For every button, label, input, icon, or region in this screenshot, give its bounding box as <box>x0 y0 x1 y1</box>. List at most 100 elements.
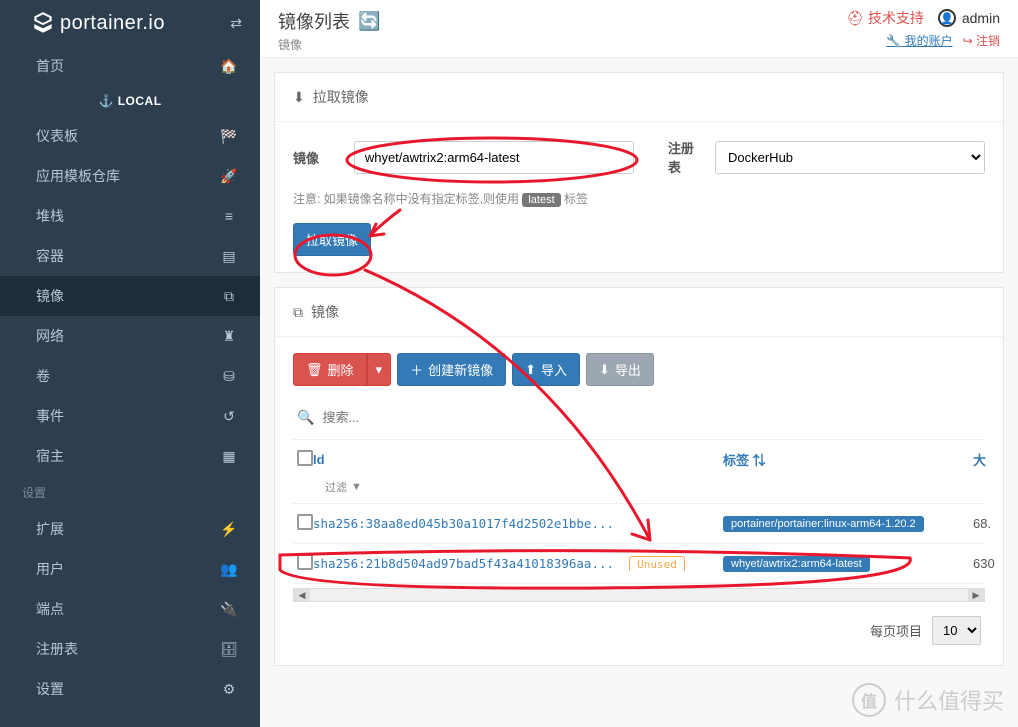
sidebar-item-stacks[interactable]: 堆栈 ≡ <box>0 196 260 236</box>
pull-panel-title: 拉取镜像 <box>313 87 369 107</box>
sidebar-item-label: 网络 <box>36 326 64 346</box>
filter-icon[interactable]: ▼ <box>351 481 362 493</box>
my-account-link[interactable]: 🔧 我的账户 <box>886 32 952 49</box>
image-id-text: sha256:21b8d504ad97bad5f43a41018396aa... <box>313 556 614 571</box>
list-icon: ≡ <box>220 208 238 224</box>
user-circle-icon: 👤 <box>938 9 956 27</box>
sidebar-item-events[interactable]: 事件 ↺ <box>0 396 260 436</box>
tech-support-label: 技术支持 <box>868 8 924 28</box>
trash-icon: 🗑 <box>306 362 323 378</box>
registry-select[interactable]: DockerHub <box>715 141 985 174</box>
table-row: sha256:38aa8ed045b30a1017f4d2502e1bbe...… <box>293 504 985 544</box>
registry-label: 注册表 <box>668 138 701 176</box>
my-account-label: 我的账户 <box>905 34 953 48</box>
search-icon: 🔍 <box>297 409 314 426</box>
refresh-icon[interactable]: 🔄 <box>358 11 380 32</box>
sidebar-item-dashboard[interactable]: 仪表板 🏁 <box>0 116 260 156</box>
per-page-select[interactable]: 10 <box>932 616 981 645</box>
sidebar-item-endpoints[interactable]: 端点 🔌 <box>0 589 260 629</box>
import-button[interactable]: ⬆ 导入 <box>512 353 580 386</box>
sidebar-item-extensions[interactable]: 扩展 ⚡ <box>0 509 260 549</box>
sidebar-item-label: 宿主 <box>36 446 64 466</box>
sidebar-item-home[interactable]: 首页 🏠 <box>0 46 260 86</box>
watermark-icon: 值 <box>852 683 886 717</box>
select-all-checkbox[interactable] <box>297 450 313 466</box>
tachometer-icon: 🏁 <box>220 128 238 145</box>
sidebar-item-host[interactable]: 宿主 ▦ <box>0 436 260 476</box>
watermark: 值 什么值得买 <box>852 683 1004 717</box>
sidebar-item-volumes[interactable]: 卷 ⛁ <box>0 356 260 396</box>
latest-badge: latest <box>522 193 560 207</box>
pull-panel-header: ⬇ 拉取镜像 <box>275 73 1003 122</box>
sidebar-item-label: 用户 <box>36 559 64 579</box>
sidebar-item-registries[interactable]: 注册表 🗄 <box>0 629 260 669</box>
sidebar-item-settings[interactable]: 设置 ⚙ <box>0 669 260 709</box>
image-id-link[interactable]: sha256:21b8d504ad97bad5f43a41018396aa...… <box>313 556 723 571</box>
delete-button[interactable]: 🗑 删除 <box>293 353 367 386</box>
delete-dropdown-button[interactable]: ▾ <box>367 353 392 386</box>
caret-down-icon: ▾ <box>376 362 383 378</box>
current-user[interactable]: 👤 admin <box>938 9 1000 27</box>
sidebar-item-containers[interactable]: 容器 ▤ <box>0 236 260 276</box>
logo[interactable]: portainer.io <box>30 10 165 36</box>
table-header: Id 标签 ⇅ 大 <box>293 440 985 479</box>
pull-image-panel: ⬇ 拉取镜像 镜像 注册表 DockerHub <box>274 72 1004 273</box>
horizontal-scrollbar[interactable]: ◀ ▶ <box>293 588 985 602</box>
image-name-input[interactable] <box>354 141 634 174</box>
col-id-header[interactable]: Id <box>313 452 325 467</box>
main: 镜像列表 🔄 镜像 ⛑ 技术支持 👤 admin <box>260 0 1018 727</box>
row-checkbox[interactable] <box>297 514 313 530</box>
sidebar-section-local: ⚓ LOCAL <box>0 86 260 116</box>
images-panel-header: ⧉ 镜像 <box>275 288 1003 337</box>
col-tags-label: 标签 <box>723 453 749 468</box>
sidebar-item-images[interactable]: 镜像 ⧉ <box>0 276 260 316</box>
sidebar-item-label: 设置 <box>36 679 64 699</box>
sidebar-item-label: 堆栈 <box>36 206 64 226</box>
portainer-logo-icon <box>30 10 56 36</box>
pull-image-button[interactable]: 拉取镜像 <box>293 223 371 256</box>
scroll-left-arrow[interactable]: ◀ <box>294 589 310 601</box>
sidebar-item-label: 镜像 <box>36 286 64 306</box>
scroll-right-arrow[interactable]: ▶ <box>968 589 984 601</box>
upload-icon: ⬆ <box>525 362 536 378</box>
export-label: 导出 <box>615 360 641 379</box>
database-icon: 🗄 <box>220 641 238 658</box>
row-checkbox[interactable] <box>297 554 313 570</box>
pull-button-label: 拉取镜像 <box>306 230 358 249</box>
col-size-header[interactable]: 大 <box>973 453 986 468</box>
sidebar-item-label: 应用模板仓库 <box>36 166 120 186</box>
users-icon: 👥 <box>220 561 238 578</box>
images-panel-title: 镜像 <box>311 302 339 322</box>
logout-link[interactable]: ↪ 注销 <box>963 32 1000 49</box>
export-button[interactable]: ⬇ 导出 <box>586 353 654 386</box>
pager: 每页项目 10 <box>293 602 985 649</box>
col-tags-header[interactable]: 标签 ⇅ <box>723 453 766 468</box>
sidebar-item-label: 注册表 <box>36 639 78 659</box>
create-image-button[interactable]: ＋ 创建新镜像 <box>397 353 506 386</box>
table-row: sha256:21b8d504ad97bad5f43a41018396aa...… <box>293 544 985 584</box>
breadcrumb: 镜像 <box>278 36 380 53</box>
page-title: 镜像列表 <box>278 8 350 34</box>
images-panel: ⧉ 镜像 🗑 删除 ▾ <box>274 287 1004 666</box>
sitemap-icon: ♜ <box>220 328 238 345</box>
th-icon: ▦ <box>220 448 238 465</box>
delete-label: 删除 <box>328 360 354 379</box>
history-icon: ↺ <box>220 408 238 425</box>
user-name: admin <box>962 10 1000 26</box>
sidebar-toggle-icon[interactable]: ⇄ <box>230 15 242 32</box>
tech-support-link[interactable]: ⛑ 技术支持 <box>846 8 924 28</box>
sidebar-item-users[interactable]: 用户 👥 <box>0 549 260 589</box>
images-toolbar: 🗑 删除 ▾ ＋ 创建新镜像 ⬆ <box>293 353 985 386</box>
clone-icon: ⧉ <box>293 304 303 321</box>
sidebar-header: portainer.io ⇄ <box>0 0 260 46</box>
sidebar-item-networks[interactable]: 网络 ♜ <box>0 316 260 356</box>
sidebar-item-label: 卷 <box>36 366 50 386</box>
plug-icon: 🔌 <box>220 601 238 618</box>
logout-label: 注销 <box>976 34 1000 48</box>
search-input[interactable] <box>322 406 981 429</box>
image-size: 68. <box>973 516 991 531</box>
latest-note: 注意: 如果镜像名称中没有指定标签,则使用 latest 标签 <box>293 190 985 207</box>
sidebar-item-templates[interactable]: 应用模板仓库 🚀 <box>0 156 260 196</box>
rocket-icon: 🚀 <box>220 168 238 185</box>
image-id-link[interactable]: sha256:38aa8ed045b30a1017f4d2502e1bbe... <box>313 516 723 531</box>
